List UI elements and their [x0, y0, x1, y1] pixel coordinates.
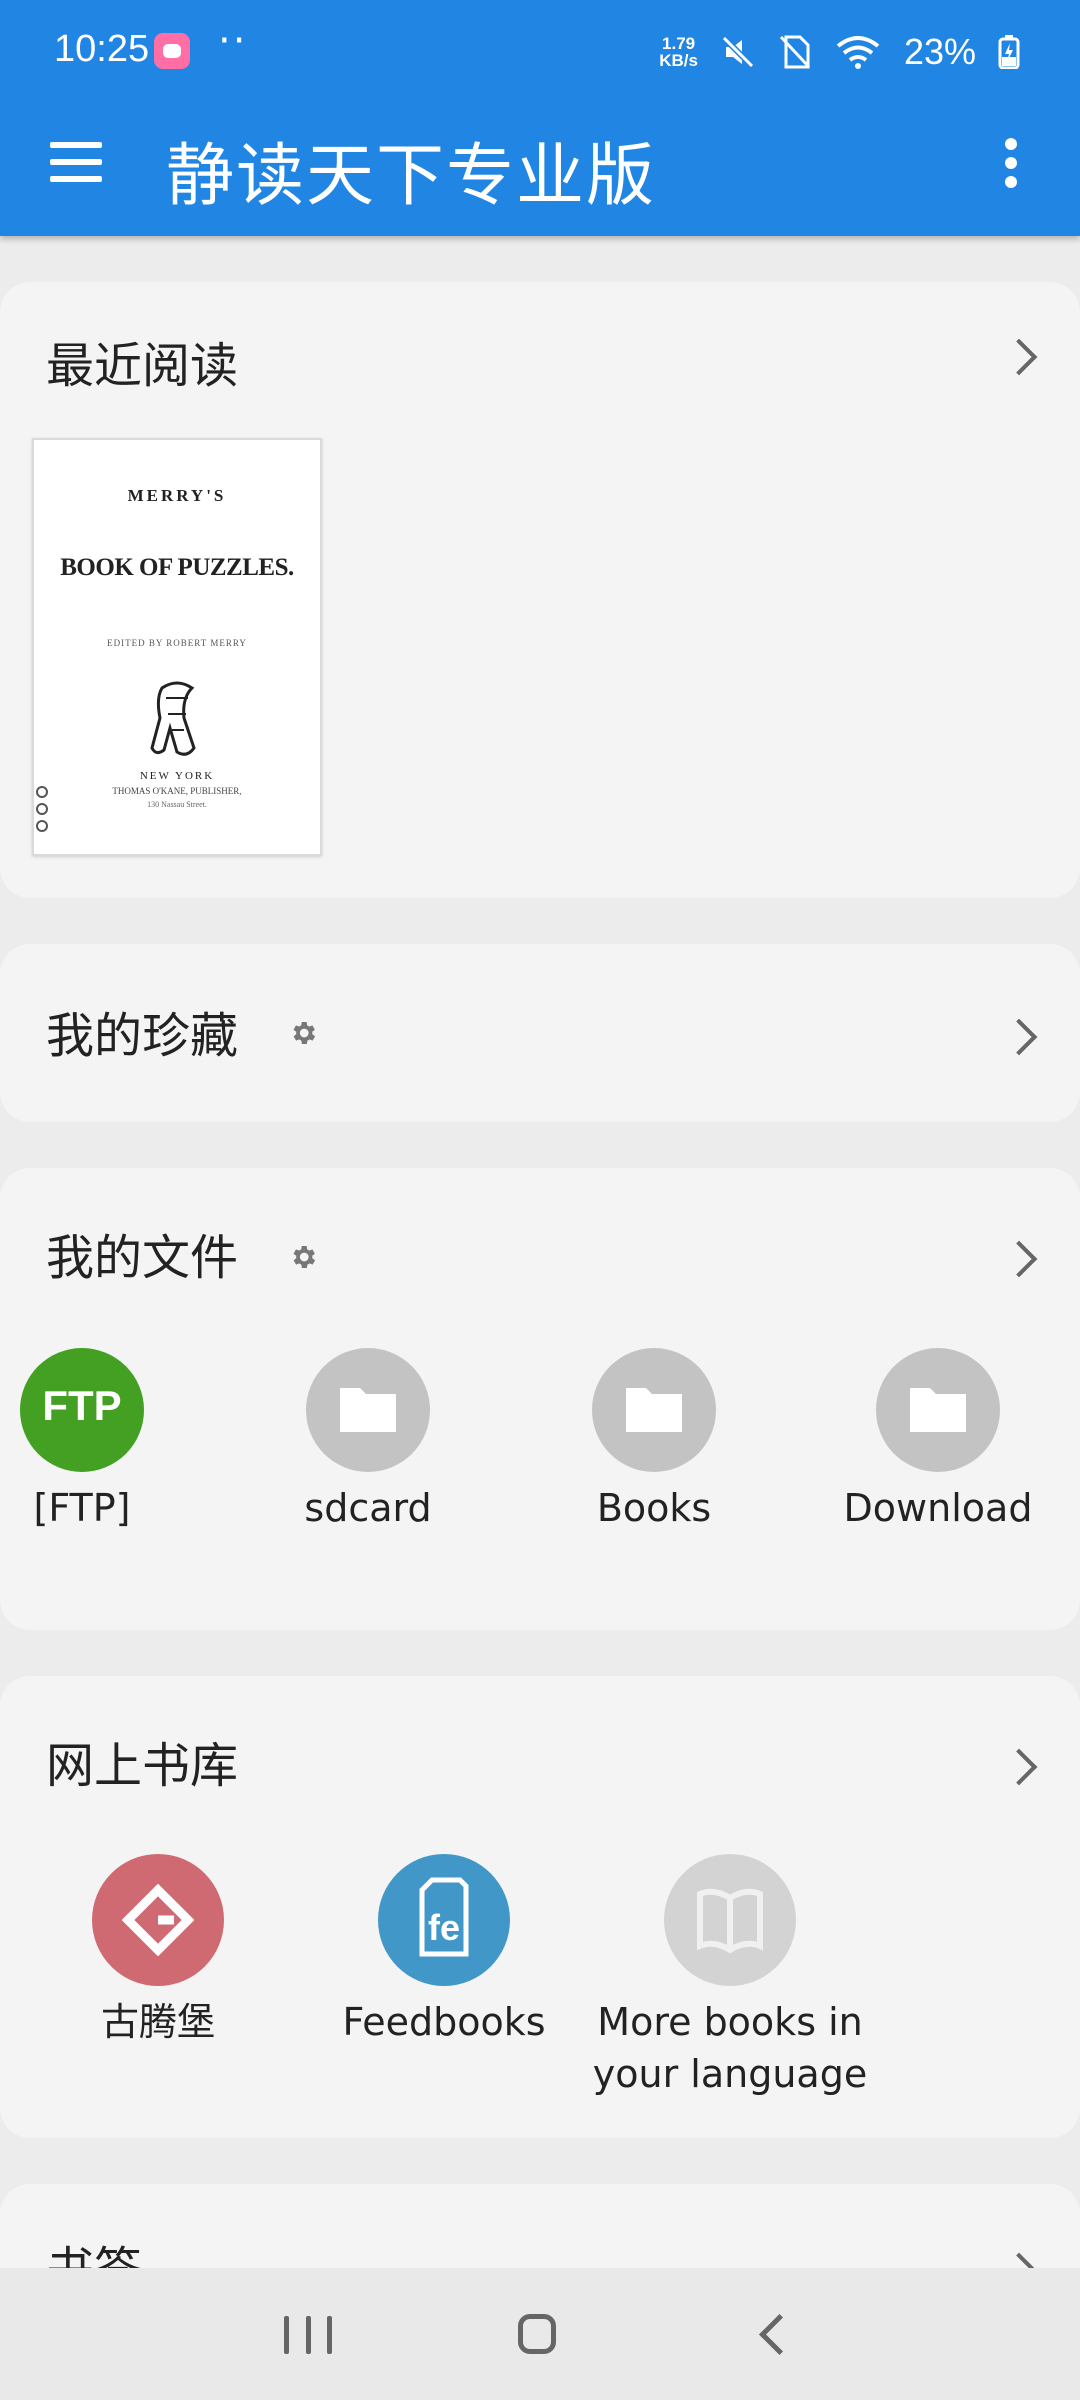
- file-shortcut-ftp[interactable]: FTP [FTP]: [0, 1348, 202, 1534]
- file-shortcut-download[interactable]: Download: [818, 1348, 1058, 1534]
- shortcut-label: sdcard: [304, 1486, 432, 1530]
- no-sim-icon: [779, 35, 811, 69]
- gutenberg-icon: [92, 1854, 224, 1986]
- recent-book-cover[interactable]: MERRY'S BOOK OF PUZZLES. EDITED BY ROBER…: [32, 438, 322, 856]
- folder-icon: [306, 1348, 430, 1472]
- file-shortcut-books[interactable]: Books: [534, 1348, 774, 1534]
- battery-percentage: 23%: [903, 31, 976, 72]
- hamburger-menu-icon[interactable]: [50, 142, 102, 182]
- shortcut-label: Download: [843, 1486, 1033, 1530]
- notification-app-icon: [154, 33, 190, 69]
- status-icons: 1.79 KB/s 23%: [659, 30, 1020, 74]
- cover-text: MERRY'S: [127, 486, 227, 505]
- cover-monogram-icon: [150, 681, 196, 756]
- svg-text:fe: fe: [428, 1907, 460, 1948]
- network-speed-unit: KB/s: [659, 51, 698, 70]
- cover-text: THOMAS O'KANE, PUBLISHER,: [112, 786, 242, 796]
- file-shortcut-sdcard[interactable]: sdcard: [248, 1348, 488, 1534]
- system-navigation-bar: [0, 2268, 1080, 2400]
- mute-icon: [721, 35, 755, 69]
- folder-icon: [876, 1348, 1000, 1472]
- chevron-right-icon[interactable]: [1000, 338, 1038, 376]
- recent-reading-title[interactable]: 最近阅读: [46, 326, 238, 396]
- ftp-icon: FTP: [20, 1348, 144, 1472]
- recent-apps-icon[interactable]: [284, 2316, 332, 2354]
- open-book-icon: [664, 1854, 796, 1986]
- home-icon[interactable]: [518, 2314, 556, 2354]
- my-files-title[interactable]: 我的文件: [46, 1218, 238, 1288]
- folder-icon: [592, 1348, 716, 1472]
- cover-text: 130 Nassau Street.: [147, 800, 207, 809]
- more-notifications-dots: ··: [218, 18, 248, 64]
- gear-icon[interactable]: [288, 1018, 318, 1048]
- feedbooks-icon: fe: [378, 1854, 510, 1986]
- book-options-icon[interactable]: [36, 786, 50, 836]
- favorites-title: 我的珍藏: [46, 1008, 239, 1064]
- library-feedbooks[interactable]: fe Feedbooks: [324, 1854, 564, 2048]
- shortcut-label: [FTP]: [33, 1486, 131, 1530]
- battery-charging-icon: [998, 35, 1020, 69]
- back-icon[interactable]: [758, 2313, 801, 2356]
- shortcut-label: Books: [596, 1486, 712, 1530]
- chevron-right-icon[interactable]: [1000, 1748, 1038, 1786]
- cover-text: EDITED BY ROBERT MERRY: [107, 638, 247, 648]
- ftp-badge: FTP: [42, 1382, 122, 1429]
- network-speed-value: 1.79: [662, 34, 696, 53]
- overflow-menu-icon[interactable]: [1005, 138, 1019, 188]
- library-label: 古腾堡: [100, 2000, 215, 2044]
- app-bar: 10:25 ·· 1.79 KB/s 23% 静读天下专业版: [0, 0, 1080, 236]
- chevron-right-icon[interactable]: [1000, 1240, 1038, 1278]
- library-more-books[interactable]: More books in your language: [580, 1854, 880, 2100]
- chevron-right-icon[interactable]: [1000, 1018, 1038, 1056]
- app-title: 静读天下专业版: [166, 137, 657, 216]
- library-label: More books in your language: [592, 2000, 868, 2096]
- status-time: 10:25: [54, 28, 150, 70]
- cover-text: NEW YORK: [139, 770, 215, 782]
- online-library-title[interactable]: 网上书库: [46, 1726, 238, 1796]
- gear-icon[interactable]: [288, 1242, 318, 1272]
- cover-title: BOOK OF PUZZLES.: [60, 554, 294, 581]
- library-gutenberg[interactable]: 古腾堡: [38, 1854, 278, 2048]
- favorites-card[interactable]: 我的珍藏: [0, 944, 1080, 1122]
- network-speed: 1.79 KB/s: [659, 35, 698, 69]
- wifi-icon: [836, 36, 880, 69]
- library-label: Feedbooks: [342, 2000, 546, 2044]
